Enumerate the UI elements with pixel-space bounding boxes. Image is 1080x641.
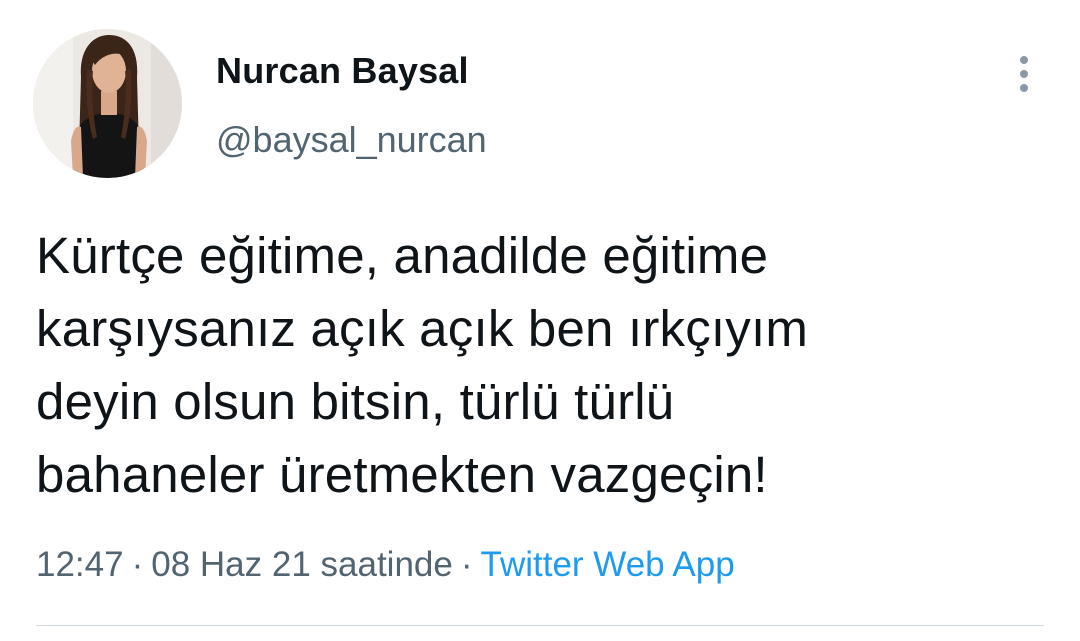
tweet-source-link[interactable]: Twitter Web App (481, 545, 735, 584)
divider (36, 625, 1044, 626)
avatar[interactable] (33, 29, 182, 178)
tweet-time[interactable]: 12:47 (36, 545, 124, 584)
more-vertical-icon (1020, 70, 1028, 78)
more-vertical-icon (1020, 56, 1028, 64)
more-options-button[interactable] (1006, 50, 1042, 98)
tweet-text-line: Kürtçe eğitime, anadilde eğitime (36, 227, 769, 284)
tweet-text: Kürtçe eğitime, anadilde eğitime karşıys… (36, 219, 1046, 511)
tweet-text-line: deyin olsun bitsin, türlü türlü (36, 373, 675, 430)
more-vertical-icon (1020, 84, 1028, 92)
tweet-text-line: karşıysanız açık açık ben ırkçıyım (36, 300, 809, 357)
meta-separator: · (460, 545, 473, 584)
tweet-text-line: bahaneler üretmekten vazgeçin! (36, 446, 768, 503)
author-display-name[interactable]: Nurcan Baysal (216, 50, 469, 92)
meta-separator: · (131, 545, 144, 584)
tweet-card: Nurcan Baysal @baysal_nurcan Kürtçe eğit… (0, 0, 1080, 641)
profile-photo-icon (33, 29, 182, 178)
author-handle[interactable]: @baysal_nurcan (216, 119, 487, 161)
tweet-date[interactable]: 08 Haz 21 saatinde (151, 545, 453, 584)
tweet-meta: 12:47 · 08 Haz 21 saatinde · Twitter Web App (36, 545, 735, 585)
